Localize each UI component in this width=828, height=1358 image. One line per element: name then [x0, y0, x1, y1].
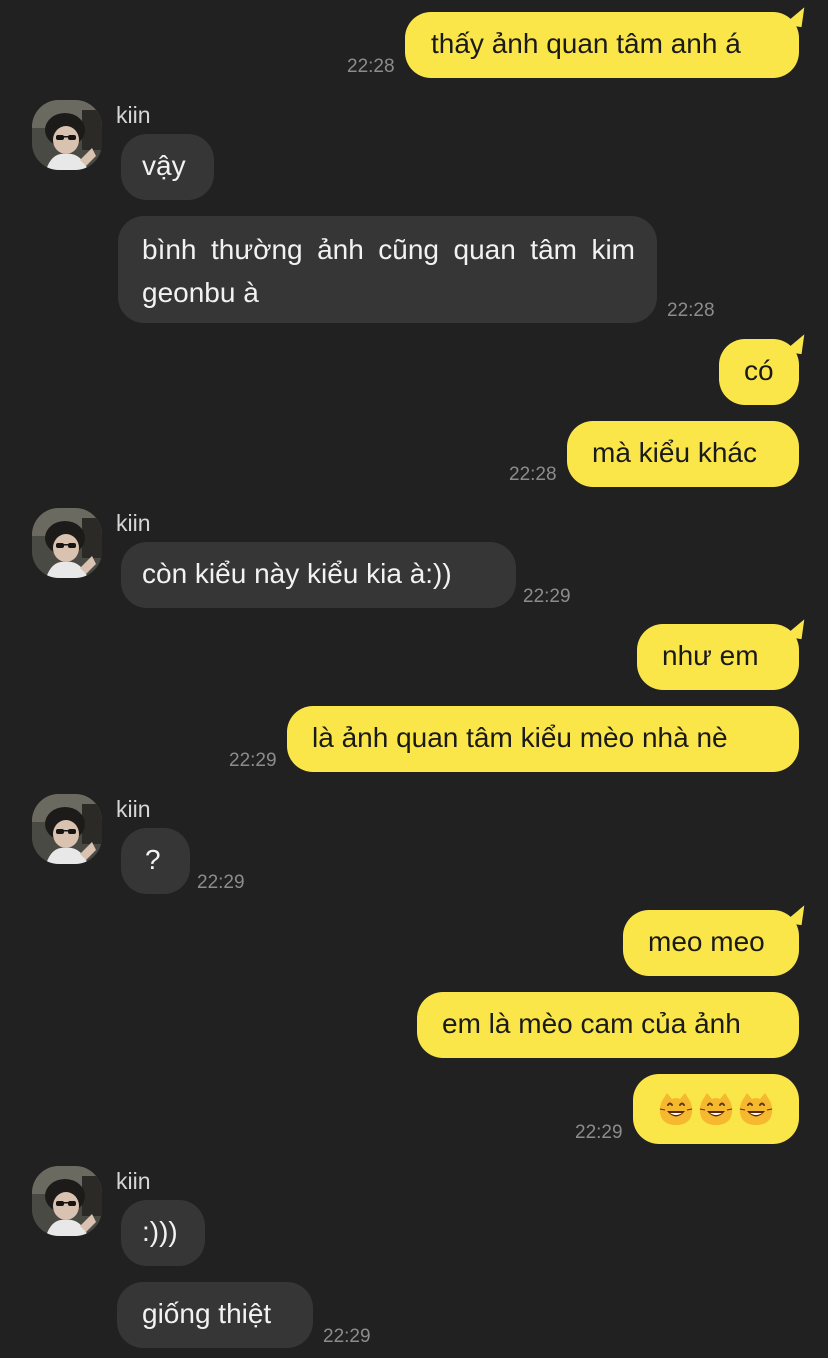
message-text: còn kiểu này kiểu kia à:))	[142, 558, 452, 589]
message-text: em là mèo cam của ảnh	[442, 1008, 741, 1039]
message-text: bình thường ảnh cũng quan tâm kim geonbu…	[142, 234, 635, 308]
incoming-message-bubble[interactable]: giống thiệt	[117, 1282, 313, 1348]
outgoing-emoji-bubble[interactable]	[633, 1074, 799, 1144]
message-text: có	[744, 355, 774, 386]
timestamp: 22:29	[323, 1326, 371, 1347]
outgoing-message-bubble[interactable]: meo meo	[623, 902, 805, 976]
outgoing-message-bubble[interactable]: có	[719, 331, 805, 405]
bubble-tail	[783, 902, 805, 926]
outgoing-message-bubble[interactable]: thấy ảnh quan tâm anh á	[405, 4, 805, 78]
bubble-tail	[783, 331, 805, 355]
contact-avatar[interactable]	[32, 794, 102, 864]
incoming-message-bubble[interactable]: còn kiểu này kiểu kia à:))	[121, 542, 516, 608]
timestamp: 22:29	[197, 872, 245, 893]
incoming-message-bubble[interactable]: bình thường ảnh cũng quan tâm kim geonbu…	[118, 216, 657, 323]
grinning-cat-icon	[658, 1092, 694, 1126]
contact-avatar[interactable]	[32, 508, 102, 578]
message-text: mà kiểu khác	[592, 437, 757, 468]
sender-name: kiin	[116, 796, 151, 822]
incoming-message-bubble[interactable]: :)))	[121, 1200, 205, 1266]
emoji-row	[633, 1074, 799, 1144]
incoming-message-bubble[interactable]: vậy	[121, 134, 214, 200]
timestamp: 22:29	[229, 750, 277, 771]
outgoing-message-bubble[interactable]: như em	[637, 616, 805, 690]
timestamp: 22:29	[523, 586, 571, 607]
grinning-cat-icon	[698, 1092, 734, 1126]
message-text: vậy	[142, 150, 186, 181]
sender-name: kiin	[116, 510, 151, 536]
outgoing-message-bubble[interactable]: mà kiểu khác	[567, 421, 799, 487]
message-text: giống thiệt	[142, 1298, 272, 1329]
message-text: ?	[145, 844, 161, 875]
timestamp: 22:28	[509, 464, 557, 485]
timestamp: 22:28	[347, 56, 395, 77]
message-text: như em	[662, 640, 759, 671]
message-text: meo meo	[648, 926, 765, 957]
timestamp: 22:29	[575, 1122, 623, 1143]
incoming-message-bubble[interactable]: ?	[121, 828, 190, 894]
contact-avatar[interactable]	[32, 1166, 102, 1236]
outgoing-message-bubble[interactable]: em là mèo cam của ảnh	[417, 992, 799, 1058]
bubble-tail	[783, 4, 805, 28]
contact-avatar[interactable]	[32, 100, 102, 170]
outgoing-message-bubble[interactable]: là ảnh quan tâm kiểu mèo nhà nè	[287, 706, 799, 772]
grinning-cat-icon	[738, 1092, 774, 1126]
sender-name: kiin	[116, 102, 151, 128]
sender-name: kiin	[116, 1168, 151, 1194]
message-text: thấy ảnh quan tâm anh á	[431, 28, 741, 59]
message-text: là ảnh quan tâm kiểu mèo nhà nè	[312, 722, 728, 753]
message-text: :)))	[142, 1216, 178, 1247]
timestamp: 22:28	[667, 300, 715, 321]
bubble-tail	[783, 616, 805, 640]
